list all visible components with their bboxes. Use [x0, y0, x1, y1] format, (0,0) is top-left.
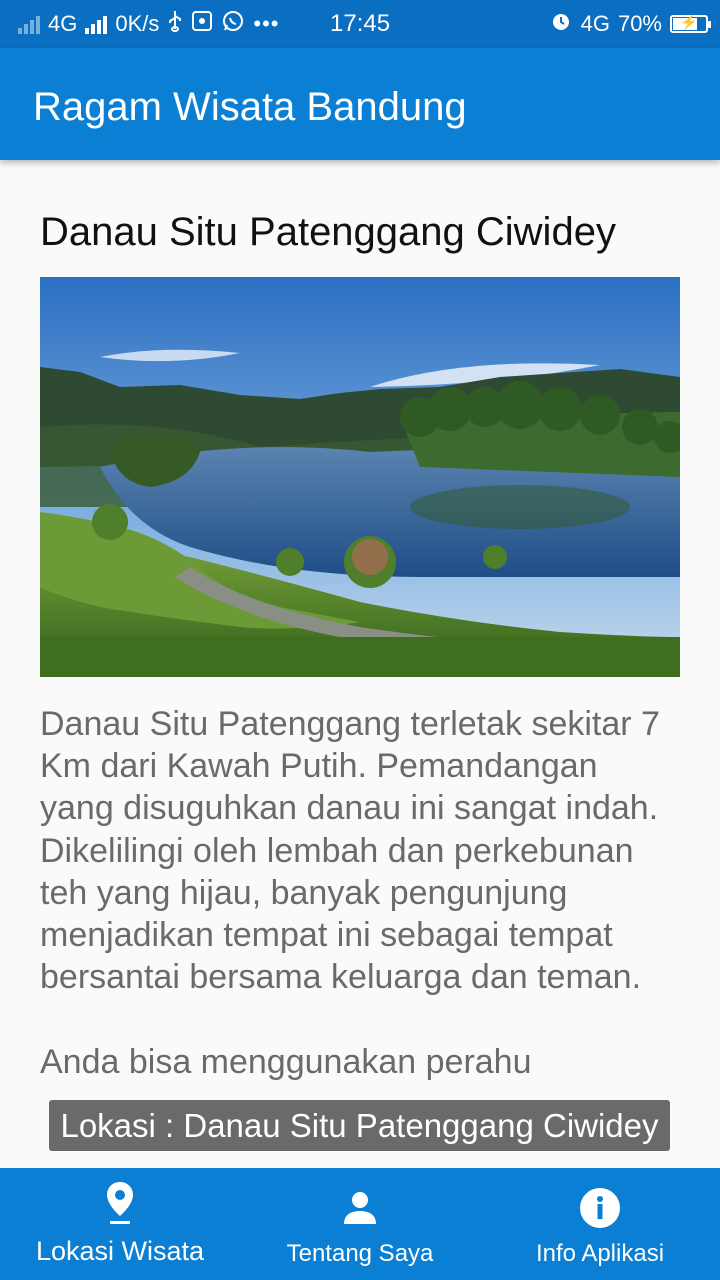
status-bar-right: 4G 70% ⚡ [549, 0, 711, 48]
person-icon [344, 1192, 376, 1224]
nav-item-lokasi-wisata[interactable]: Lokasi Wisata [0, 1168, 240, 1280]
nav-label: Lokasi Wisata [35, 1236, 205, 1266]
battery-percent: 70% [617, 11, 662, 36]
app-title: Ragam Wisata Bandung [33, 85, 467, 129]
place-description: Danau Situ Patenggang terletak sekitar 7… [40, 703, 680, 1083]
app-bar: Ragam Wisata Bandung [0, 48, 720, 160]
network-type-right: 4G [580, 11, 610, 36]
nav-item-tentang-saya[interactable]: Tentang Saya [240, 1168, 480, 1280]
description-text: Danau Situ Patenggang terletak sekitar 7… [40, 705, 660, 997]
usb-debug-icon [191, 10, 213, 38]
alarm-icon [549, 9, 573, 39]
place-title: Danau Situ Patenggang Ciwidey [40, 210, 616, 254]
status-bar: 4G 0K/s ••• 17:45 4G 70% ⚡ [0, 0, 720, 48]
location-toast: Lokasi : Danau Situ Patenggang Ciwidey [49, 1100, 670, 1151]
whatsapp-icon [221, 9, 245, 39]
clock: 17:45 [330, 10, 391, 37]
signal-icon [18, 14, 40, 34]
nav-label: Tentang Saya [286, 1240, 434, 1267]
info-icon [580, 1188, 620, 1228]
signal-icon [85, 14, 108, 34]
bottom-navigation: Lokasi Wisata Tentang Saya Info Aplikasi [0, 1168, 720, 1280]
battery-icon: ⚡ [670, 14, 711, 33]
nav-item-info-aplikasi[interactable]: Info Aplikasi [480, 1168, 720, 1280]
nav-label: Info Aplikasi [535, 1240, 665, 1267]
description-more-text: Anda bisa menggunakan perahu [40, 1042, 532, 1081]
place-photo [40, 277, 680, 677]
more-icon: ••• [253, 11, 280, 36]
network-type-left: 4G [48, 11, 78, 36]
network-speed: 0K/s [115, 11, 160, 36]
usb-icon [167, 10, 183, 38]
location-pin-icon [107, 1182, 133, 1224]
status-bar-left: 4G 0K/s ••• [18, 0, 280, 48]
